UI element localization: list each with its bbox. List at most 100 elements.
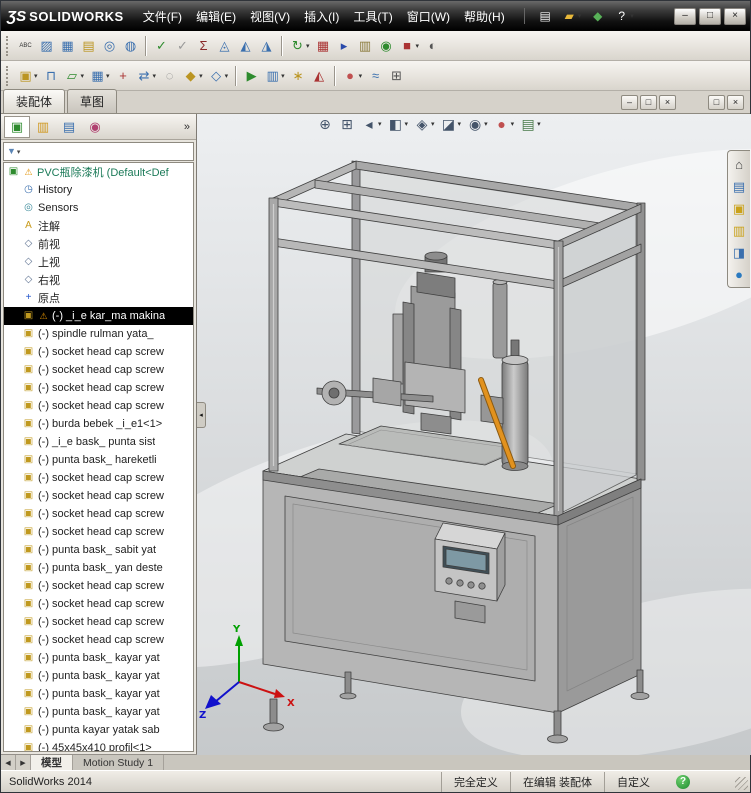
status-custom-dropdown[interactable]: 自定义	[604, 771, 662, 792]
section-view-icon[interactable]: ◧ ▾	[386, 115, 411, 133]
filter-caret-icon[interactable]: ▾	[17, 148, 21, 156]
tree-item[interactable]: ▣ (-) punta bask_ kayar yat	[4, 685, 193, 703]
tree-item[interactable]: ◇ 右视	[4, 271, 193, 289]
mate-icon[interactable]: ⊓	[41, 67, 62, 84]
balloon-icon[interactable]: ◎	[99, 37, 120, 54]
home-icon[interactable]: ⌂	[728, 153, 750, 175]
tree-item[interactable]: ▣ (-) socket head cap screw	[4, 361, 193, 379]
assembly-features-icon[interactable]: ◆ ▾	[180, 67, 206, 84]
previous-view-icon[interactable]: ◂ ▾	[359, 115, 384, 133]
apply-scene-icon[interactable]: ▤ ▾	[518, 115, 543, 133]
display-style-icon[interactable]: ◪ ▾	[439, 115, 464, 133]
configurationmanager-tab-icon[interactable]: ▤	[56, 116, 82, 138]
tree-item[interactable]: + 原点	[4, 289, 193, 307]
sketch-icon[interactable]: ▱ ▾	[62, 67, 88, 84]
doc-close-button[interactable]: ×	[659, 95, 676, 110]
panel-chevron-icon[interactable]: »	[181, 121, 193, 133]
tree-item[interactable]: ▣ ⚠ PVC瓶除漆机 (Default<Def	[4, 163, 193, 181]
graphics-area[interactable]: Y X Z ⊕ ⊞ ◂ ▾ ◧ ▾ ◈ ▾ ◪ ▾ ◉ ▾ ● ▾ ▤ ▾ ⌂ ▤ ▣ ▥ ◨ ● ◂	[197, 114, 751, 755]
spell-ok-icon[interactable]: ✓	[151, 37, 172, 54]
tab-sketch[interactable]: 草图	[67, 89, 118, 113]
view-orientation-icon[interactable]: ◈ ▾	[412, 115, 437, 133]
move-component-icon[interactable]: ⇄ ▾	[134, 67, 160, 84]
tree-item[interactable]: ▣ (-) socket head cap screw	[4, 397, 193, 415]
tree-item[interactable]: ◎ Sensors	[4, 199, 193, 217]
bom-table-icon[interactable]: ▦	[313, 37, 334, 54]
model-machine[interactable]	[262, 160, 650, 744]
grid-settings-icon[interactable]: ⊞	[386, 67, 407, 84]
tree-item[interactable]: ▣ (-) punta bask_ sabit yat	[4, 541, 193, 559]
mass-properties-icon[interactable]: ◭	[235, 37, 256, 54]
tree-item[interactable]: ▣ (-) punta bask_ kayar yat	[4, 649, 193, 667]
tree-item[interactable]: ▣ ⚠ (-) _i_e kar_ma makina	[4, 307, 193, 325]
appearances-scenes-icon[interactable]: ●	[728, 263, 750, 285]
section-properties-icon[interactable]: ◮	[256, 37, 277, 54]
tree-item[interactable]: ▣ (-) socket head cap screw	[4, 631, 193, 649]
format-painter-icon[interactable]: ▨	[36, 37, 57, 54]
interference-detection-icon[interactable]: ◭	[309, 67, 330, 84]
smart-fasteners-icon[interactable]: +	[113, 67, 134, 84]
linear-pattern-icon[interactable]: ▦ ▾	[87, 67, 113, 84]
tree-item[interactable]: ▣ (-) socket head cap screw	[4, 595, 193, 613]
menu-window[interactable]: 窗口(W)	[400, 2, 457, 31]
zoom-fit-icon[interactable]: ⊕	[315, 115, 335, 133]
tree-item[interactable]: ▣ (-) _i_e bask_ punta sist	[4, 433, 193, 451]
edit-appearance-icon[interactable]: ● ▾	[492, 115, 517, 133]
open-document-icon[interactable]: ▰ ▾	[559, 8, 585, 24]
file-explorer-icon[interactable]: ▥	[728, 219, 750, 241]
status-help-icon[interactable]: ?	[676, 774, 690, 789]
tree-item[interactable]: ▣ (-) burda bebek _i_e1<1>	[4, 415, 193, 433]
tree-item[interactable]: ▣ (-) punta bask_ kayar yat	[4, 703, 193, 721]
panel-collapse-handle[interactable]: ◂	[197, 402, 206, 428]
tree-item[interactable]: ◇ 上视	[4, 253, 193, 271]
menu-edit[interactable]: 编辑(E)	[189, 2, 243, 31]
simulation-icon[interactable]: ≈	[365, 67, 386, 84]
menu-tools[interactable]: 工具(T)	[346, 2, 399, 31]
edit-color-icon[interactable]: ■ ▾	[397, 37, 423, 54]
tree-item[interactable]: ◷ History	[4, 181, 193, 199]
show-hidden-icon[interactable]: ◌	[159, 67, 180, 84]
tree-item[interactable]: ▣ (-) punta bask_ hareketli	[4, 451, 193, 469]
doc-restore-button[interactable]: □	[640, 95, 657, 110]
menu-file[interactable]: 文件(F)	[136, 2, 189, 31]
tree-item[interactable]: ▣ (-) socket head cap screw	[4, 523, 193, 541]
reference-geometry-icon[interactable]: ◇ ▾	[206, 67, 232, 84]
motion-study-icon[interactable]: ▶	[241, 67, 262, 84]
tree-item[interactable]: ▣ (-) 45x45x410 profil<1>	[4, 739, 193, 751]
camera-view-icon[interactable]: ◐	[422, 37, 443, 54]
menu-view[interactable]: 视图(V)	[243, 2, 297, 31]
propertymanager-tab-icon[interactable]: ▥	[30, 116, 56, 138]
measure-icon[interactable]: ◬	[214, 37, 235, 54]
equations-icon[interactable]: Σ	[193, 37, 214, 54]
doc-tab-model[interactable]: 模型	[31, 755, 73, 770]
close-button[interactable]: ×	[724, 7, 746, 25]
tree-item[interactable]: ▣ (-) socket head cap screw	[4, 505, 193, 523]
flag-icon[interactable]: ▸	[334, 37, 355, 54]
tree-filter-input[interactable]: ▼ ▾	[3, 142, 194, 161]
featuremanager-tab-icon[interactable]: ▣	[4, 115, 30, 138]
verification-icon[interactable]: ◉	[376, 37, 397, 54]
design-library-icon[interactable]: ▣	[728, 197, 750, 219]
maximize-button[interactable]: □	[699, 7, 721, 25]
spell-check-icon[interactable]: ABC	[15, 41, 36, 51]
solidworks-resources-icon[interactable]: ▤	[728, 175, 750, 197]
tab-scroll-prev-button[interactable]: ◀	[1, 755, 16, 770]
view-palette-icon[interactable]: ◨	[728, 241, 750, 263]
tree-item[interactable]: ▣ (-) socket head cap screw	[4, 487, 193, 505]
filter-funnel-icon[interactable]: ▼	[7, 147, 16, 156]
menu-help[interactable]: 帮助(H)	[457, 2, 512, 31]
doc-tab-motion-study[interactable]: Motion Study 1	[73, 755, 165, 770]
zoom-area-icon[interactable]: ⊞	[337, 115, 357, 133]
toolbar-grip[interactable]	[6, 35, 10, 56]
tree-item[interactable]: ▣ (-) punta kayar yatak sab	[4, 721, 193, 739]
displaymanager-tab-icon[interactable]: ◉	[82, 116, 108, 138]
toolbox-icon[interactable]: ◆	[587, 8, 608, 24]
tree-item[interactable]: ▣ (-) socket head cap screw	[4, 379, 193, 397]
tree-item[interactable]: A 注解	[4, 217, 193, 235]
exploded-view-icon[interactable]: ∗	[288, 67, 309, 84]
pane-close-button[interactable]: ×	[727, 95, 744, 110]
bill-of-materials-icon[interactable]: ▥ ▾	[262, 67, 288, 84]
tree-item[interactable]: ▣ (-) punta bask_ kayar yat	[4, 667, 193, 685]
update-assembly-icon[interactable]: ↻ ▾	[287, 37, 313, 54]
resize-grip[interactable]	[735, 777, 748, 790]
